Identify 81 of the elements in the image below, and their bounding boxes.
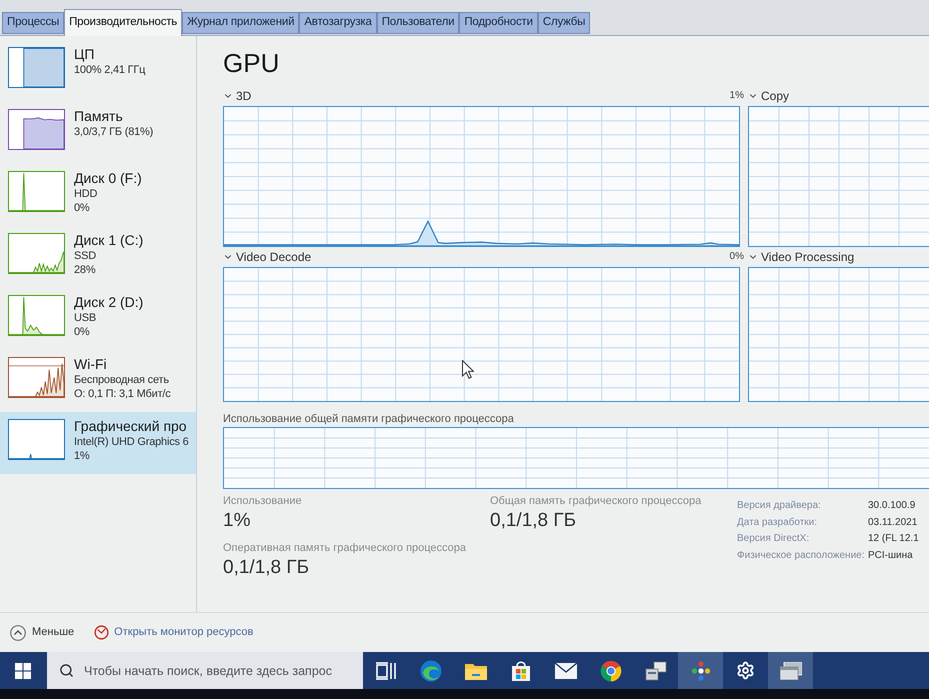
chevron-up-circle-icon: [10, 624, 26, 640]
search-field[interactable]: Чтобы начать поиск, введите здесь запрос: [47, 652, 363, 689]
tab[interactable]: Подробности: [459, 12, 538, 34]
device-detail: SSD: [74, 249, 98, 263]
taskbar-button[interactable]: [768, 652, 813, 689]
sidebar-item[interactable]: Графический про Intel(R) UHD Graphics 6 1%: [0, 412, 196, 474]
tab[interactable]: Журнал приложений: [182, 12, 300, 34]
sidebar-item[interactable]: Диск 0 (F:) HDD 0%: [0, 164, 196, 226]
usage-thumbnail: [8, 295, 65, 336]
tab[interactable]: Службы: [538, 12, 590, 34]
device-name: Диск 2 (D:): [74, 293, 144, 311]
usage-thumbnail: [8, 419, 65, 460]
device-detail: О: 0,1 П: 3,1 Мбит/с: [74, 387, 171, 401]
windows-icon: [14, 662, 30, 678]
usage-thumbnail: [8, 47, 65, 88]
ring-logo-icon: [600, 660, 622, 682]
device-name: Графический про: [74, 417, 188, 435]
usage-thumbnail: [8, 357, 65, 398]
tab[interactable]: Пользователи: [376, 12, 460, 34]
settings-icon: [736, 661, 755, 680]
engine-selector[interactable]: Video Processing: [748, 250, 854, 264]
device-detail: 0%: [74, 325, 90, 339]
page-title: GPU: [223, 48, 280, 78]
fewer-details-button[interactable]: Меньше: [10, 624, 74, 641]
boxes-icon: [644, 660, 666, 680]
usage-reading: 1%: [730, 90, 744, 102]
engine-selector[interactable]: 3D: [223, 89, 252, 103]
device-detail: 100% 2,41 ГГц: [74, 63, 146, 77]
detail-value: PCI-шина: [868, 548, 914, 562]
sidebar-item[interactable]: Wi-Fi Беспроводная сеть О: 0,1 П: 3,1 Мбит/с: [0, 350, 196, 412]
usage-reading: 0%: [730, 251, 744, 263]
swirl-logo-icon: [420, 660, 442, 682]
usage-thumbnail: [8, 233, 65, 274]
search-icon: [59, 663, 74, 678]
device-detail: Intel(R) UHD Graphics 6: [74, 435, 189, 449]
tab[interactable]: Автозагрузка: [299, 12, 377, 34]
device-detail: Беспроводная сеть: [74, 373, 170, 387]
stat-label: Общая память графического процессора: [490, 494, 702, 508]
detail-label: Версия драйвера:: [737, 499, 822, 513]
device-detail: 3,0/3,7 ГБ (81%): [74, 125, 154, 139]
stat-label: Оперативная память графического процессора: [223, 541, 466, 555]
envelope-icon: [554, 662, 576, 678]
usage-thumbnail: [8, 171, 65, 212]
usage-thumbnail: [8, 109, 65, 150]
sidebar-item[interactable]: Память 3,0/3,7 ГБ (81%): [0, 102, 196, 164]
device-detail: HDD: [74, 187, 98, 201]
task-view-icon: [376, 662, 396, 680]
stat-value: 0,1/1,8 ГБ: [223, 556, 310, 580]
dots-icon: [690, 660, 710, 680]
sidebar-item[interactable]: ЦП 100% 2,41 ГГц: [0, 40, 196, 102]
device-detail: 1%: [74, 449, 90, 463]
stat-value: 1%: [223, 509, 250, 533]
detail-label: Физическое расположение:: [737, 548, 866, 562]
detail-value: 03.11.2021: [868, 516, 918, 530]
sidebar-item[interactable]: Диск 1 (C:) SSD 28%: [0, 226, 196, 288]
window-icon: [780, 662, 802, 680]
device-name: Wi-Fi: [74, 355, 108, 373]
detail-label: Дата разработки:: [737, 516, 818, 530]
device-detail: 0%: [74, 201, 90, 215]
detail-label: Версия DirectX:: [737, 532, 810, 546]
stat-label: Использование: [223, 494, 302, 508]
device-name: Память: [74, 107, 124, 125]
device-name: Диск 1 (C:): [74, 231, 144, 249]
detail-value: 30.0.100.9: [868, 499, 916, 513]
device-detail: 28%: [74, 263, 96, 277]
device-detail: USB: [74, 311, 98, 325]
device-name: Диск 0 (F:): [74, 169, 142, 187]
engine-selector[interactable]: Video Decode: [223, 250, 312, 264]
graph-label: Использование общей памяти графического процессора: [223, 412, 514, 426]
shopping-bag-icon: [510, 660, 530, 680]
gauge-icon: [94, 625, 110, 640]
cursor-icon: [462, 360, 474, 379]
folder-icon: [464, 662, 486, 680]
detail-value: 12 (FL 12.1: [868, 532, 919, 546]
resource-monitor-link[interactable]: Открыть монитор ресурсов: [94, 624, 254, 641]
tab[interactable]: Процессы: [2, 12, 64, 34]
stat-value: 0,1/1,8 ГБ: [490, 509, 576, 533]
sidebar-item[interactable]: Диск 2 (D:) USB 0%: [0, 288, 196, 350]
tab[interactable]: Производительность: [64, 9, 182, 36]
engine-selector[interactable]: Copy: [748, 89, 790, 103]
device-name: ЦП: [74, 45, 96, 63]
